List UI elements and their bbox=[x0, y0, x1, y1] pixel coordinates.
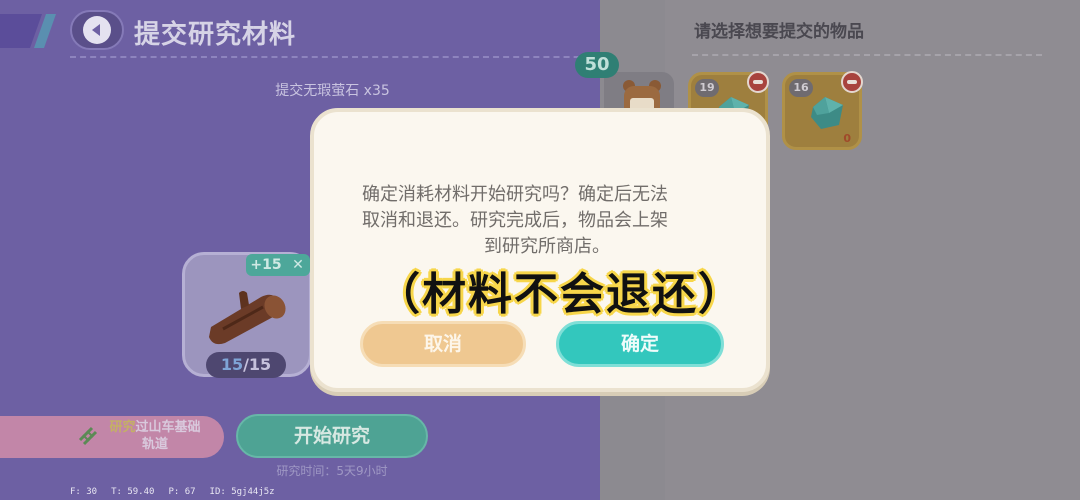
research-target-tag: 研究过山车基础 轨道 bbox=[0, 416, 224, 458]
item-count-need: 15 bbox=[248, 355, 272, 374]
submit-requirement: 提交无瑕萤石 x35 bbox=[275, 83, 390, 99]
dialog-line-2: 取消和退还。研究完成后，物品会上架 bbox=[362, 210, 668, 231]
back-button[interactable] bbox=[70, 10, 124, 50]
item-select-heading: 请选择想要提交的物品 bbox=[694, 22, 864, 42]
slot-selected-count: 0 bbox=[843, 132, 851, 145]
start-research-button[interactable]: 开始研究 bbox=[236, 414, 428, 458]
track-icon bbox=[78, 426, 98, 446]
log-item-icon bbox=[209, 291, 286, 345]
minus-icon[interactable] bbox=[841, 71, 863, 93]
debug-stats: F: 30 T: 59.40 P: 67 ID: 5gj44j5z bbox=[70, 487, 275, 497]
confirm-dialog: 确定消耗材料开始研究吗？确定后无法 取消和退还。研究完成后，物品会上架 到研究所… bbox=[310, 108, 770, 392]
gem-icon bbox=[811, 97, 843, 129]
dialog-message: 确定消耗材料开始研究吗？确定后无法 取消和退还。研究完成后，物品会上架 到研究所… bbox=[362, 182, 732, 260]
item-count-have: 15 bbox=[220, 355, 244, 374]
stripe-decoration bbox=[0, 14, 56, 48]
research-time: 研究时间：5天9小时 bbox=[276, 464, 388, 478]
minus-icon[interactable] bbox=[747, 71, 769, 93]
title-divider bbox=[70, 56, 630, 58]
item-remove-button[interactable]: ✕ bbox=[286, 254, 310, 276]
dialog-line-1: 确定消耗材料开始研究吗？确定后无法 bbox=[362, 184, 668, 205]
right-divider bbox=[692, 54, 1042, 56]
research-target-label: 研究过山车基础 轨道 bbox=[109, 420, 201, 452]
stock-count-badge: 50 bbox=[575, 52, 619, 78]
item-count-badge: 15/15 bbox=[206, 352, 286, 378]
dialog-line-3: 到研究所商店。 bbox=[484, 236, 610, 257]
inventory-slot[interactable]: 16 0 bbox=[782, 71, 863, 150]
item-add-count: +15 bbox=[246, 254, 286, 276]
overlay-caption: （材料不会退还） bbox=[376, 269, 744, 320]
page-title: 提交研究材料 bbox=[134, 20, 297, 50]
back-arrow-icon bbox=[83, 16, 111, 44]
confirm-button[interactable]: 确定 bbox=[556, 321, 724, 367]
cancel-button[interactable]: 取消 bbox=[360, 321, 526, 367]
